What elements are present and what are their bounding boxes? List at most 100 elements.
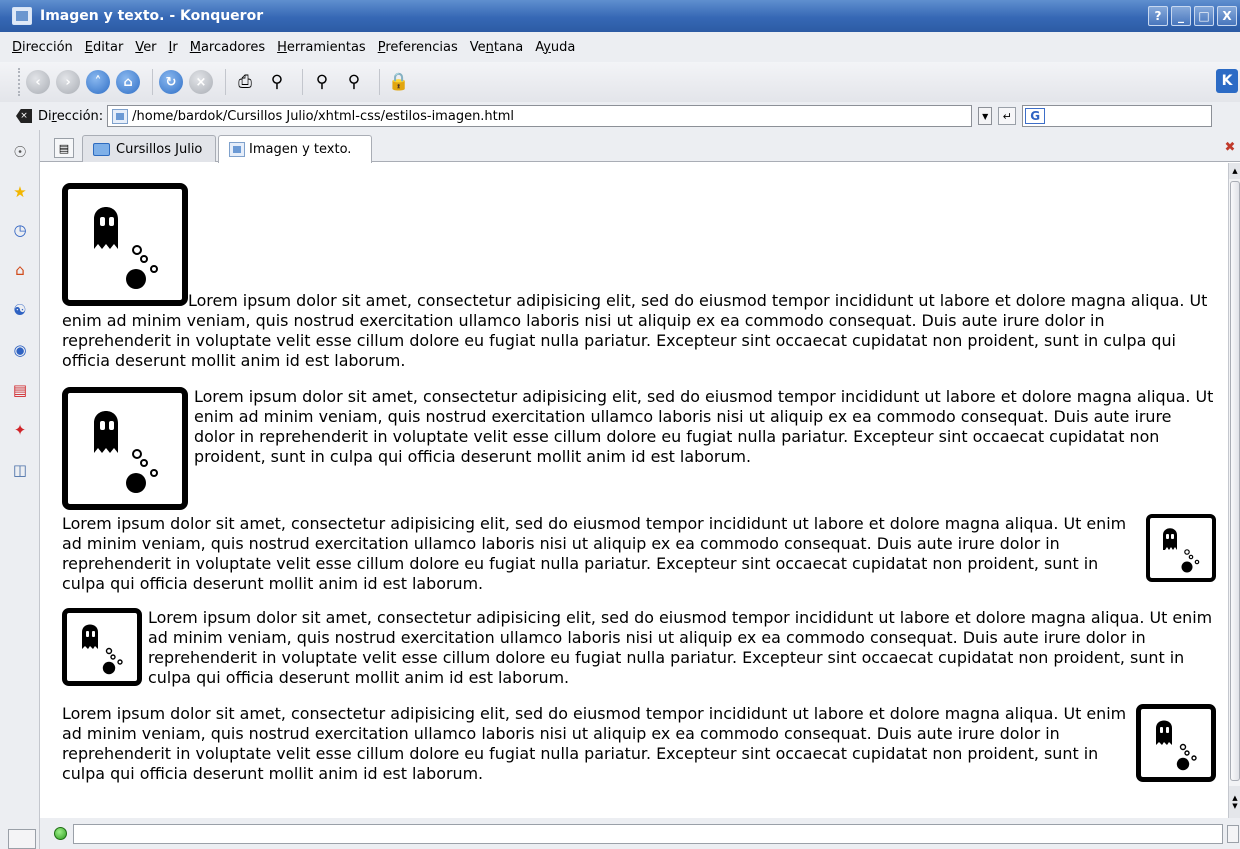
toolbar-separator: [302, 69, 303, 95]
menu-mnemonic: E: [84, 39, 94, 55]
ghost-image: [82, 624, 123, 675]
menu-label: Ve: [469, 39, 486, 55]
up-icon[interactable]: ˄: [86, 70, 110, 94]
search-input[interactable]: G: [1022, 105, 1213, 127]
paragraph-3: Lorem ipsum dolor sit amet, consectetur …: [62, 514, 1216, 594]
konqueror-icon[interactable]: ☉: [8, 140, 32, 164]
paragraph-5: Lorem ipsum dolor sit amet, consectetur …: [62, 704, 1216, 784]
paragraph-2: Lorem ipsum dolor sit amet, consectetur …: [62, 387, 1216, 510]
go-icon[interactable]: ↵: [998, 107, 1017, 125]
network-icon[interactable]: ◉: [8, 338, 32, 362]
ghost-icon: [62, 183, 188, 306]
tab-label: Cursillos Julio: [116, 141, 203, 157]
back-icon[interactable]: ‹: [26, 70, 50, 94]
paragraph-text: Lorem ipsum dolor sit amet, consectetur …: [62, 704, 1127, 783]
zoom-in-icon[interactable]: ⚲: [309, 69, 335, 95]
scrollbar-thumb[interactable]: [1230, 181, 1240, 781]
page-content: Lorem ipsum dolor sit amet, consectetur …: [40, 163, 1228, 818]
reload-icon[interactable]: ↻: [159, 70, 183, 94]
ghost-image: [94, 207, 158, 289]
paragraph-4: Lorem ipsum dolor sit amet, consectetur …: [62, 608, 1216, 688]
tab-label: Imagen y texto.: [249, 142, 352, 157]
search-engine-icon[interactable]: G: [1025, 108, 1046, 124]
html-file-icon: [112, 108, 129, 124]
location-input[interactable]: /home/bardok/Cursillos Julio/xhtml-css/e…: [107, 105, 973, 127]
history-clock-icon[interactable]: ◷: [8, 218, 32, 242]
menu-direccion[interactable]: Dirección: [12, 40, 73, 55]
tab-imagen-y-texto[interactable]: Imagen y texto.: [218, 135, 372, 163]
menu-herramientas[interactable]: Herramientas: [277, 40, 366, 55]
location-url: /home/bardok/Cursillos Julio/xhtml-css/e…: [132, 108, 515, 124]
zoom-out-icon[interactable]: ⚲: [341, 69, 367, 95]
home-icon[interactable]: ⌂: [116, 70, 140, 94]
fsview-icon[interactable]: ✦: [8, 418, 32, 442]
paragraph-1: Lorem ipsum dolor sit amet, consectetur …: [62, 183, 1216, 371]
menu-ver[interactable]: Ver: [135, 40, 156, 55]
menu-mnemonic: D: [12, 39, 23, 55]
stop-icon[interactable]: ×: [189, 70, 213, 94]
navigation-sidebar: ☉ ★ ◷ ⌂ ☯ ◉ ▤ ✦ ◫: [0, 130, 40, 849]
find-icon[interactable]: ⚲: [264, 69, 290, 95]
close-tab-icon[interactable]: ✖: [1222, 138, 1238, 156]
menu-ayuda[interactable]: Ayuda: [535, 40, 575, 55]
vertical-scrollbar[interactable]: ▲ ▲ ▼: [1228, 163, 1240, 818]
maximize-button[interactable]: □: [1194, 6, 1214, 26]
toolbar-separator: [379, 69, 380, 95]
bookmarks-star-icon[interactable]: ★: [8, 180, 32, 204]
ghost-image: [1163, 528, 1200, 573]
location-bar: × Dirección: /home/bardok/Cursillos Juli…: [0, 102, 1240, 130]
lock-icon[interactable]: 🔒: [386, 69, 412, 95]
scroll-up-icon[interactable]: ▲: [1229, 163, 1240, 179]
close-button[interactable]: X: [1217, 6, 1237, 26]
media-icon[interactable]: ◫: [8, 458, 32, 482]
services-icon[interactable]: ☯: [8, 298, 32, 322]
ghost-icon: [1136, 704, 1216, 782]
clear-location-icon[interactable]: ×: [16, 109, 32, 123]
tab-cursillos-julio[interactable]: Cursillos Julio: [82, 135, 216, 162]
status-ok-icon: [54, 827, 67, 840]
forward-icon[interactable]: ›: [56, 70, 80, 94]
menu-mnemonic: H: [277, 39, 287, 55]
root-folder-icon[interactable]: ▤: [8, 378, 32, 402]
menu-label: erramientas: [286, 39, 366, 55]
location-dropdown-icon[interactable]: ▼: [978, 107, 993, 125]
menu-label: uda: [550, 39, 576, 55]
ghost-icon: [62, 387, 188, 510]
tab-bar: ▤ Cursillos Julio Imagen y texto. ✖: [40, 130, 1240, 163]
menu-mnemonic: n: [485, 39, 494, 55]
ghost-icon: [62, 608, 142, 686]
help-button[interactable]: ?: [1148, 6, 1168, 26]
menu-ventana[interactable]: Ventana: [470, 40, 523, 55]
menu-ir[interactable]: Ir: [169, 40, 178, 55]
html-file-icon: [229, 142, 245, 157]
main-toolbar: ‹ › ˄ ⌂ ↻ × ⎙ ⚲ ⚲ ⚲ 🔒 K: [0, 62, 1240, 102]
menu-label: arcadores: [200, 39, 266, 55]
menu-label: tana: [493, 39, 524, 55]
konqueror-app-icon[interactable]: [12, 7, 32, 25]
paragraph-text: Lorem ipsum dolor sit amet, consectetur …: [194, 387, 1214, 466]
menu-label: referencias: [385, 39, 458, 55]
scroll-down-icon[interactable]: ▲ ▼: [1229, 786, 1240, 818]
new-tab-icon[interactable]: ▤: [54, 138, 74, 158]
view-link-toggle[interactable]: [1227, 824, 1239, 843]
menu-mnemonic: y: [543, 39, 551, 55]
kde-logo[interactable]: K: [1216, 69, 1238, 93]
ghost-image: [94, 411, 158, 493]
location-label-text: ección:: [56, 108, 104, 124]
sidebar-config-button[interactable]: [8, 829, 36, 849]
menu-label: ditar: [93, 39, 124, 55]
window-title: Imagen y texto. - Konqueror: [40, 8, 264, 24]
menu-label: er: [143, 39, 157, 55]
menu-bar: Dirección Editar Ver Ir Marcadores Herra…: [0, 32, 1240, 62]
home-folder-icon[interactable]: ⌂: [8, 258, 32, 282]
toolbar-grip[interactable]: [18, 68, 22, 96]
status-bar: [40, 818, 1240, 849]
menu-mnemonic: M: [189, 39, 201, 55]
menu-marcadores[interactable]: Marcadores: [190, 40, 265, 55]
print-icon[interactable]: ⎙: [232, 69, 258, 95]
menu-mnemonic: V: [135, 39, 144, 55]
menu-preferencias[interactable]: Preferencias: [378, 40, 458, 55]
menu-editar[interactable]: Editar: [85, 40, 124, 55]
menu-label: r: [172, 39, 178, 55]
minimize-button[interactable]: _: [1171, 6, 1191, 26]
